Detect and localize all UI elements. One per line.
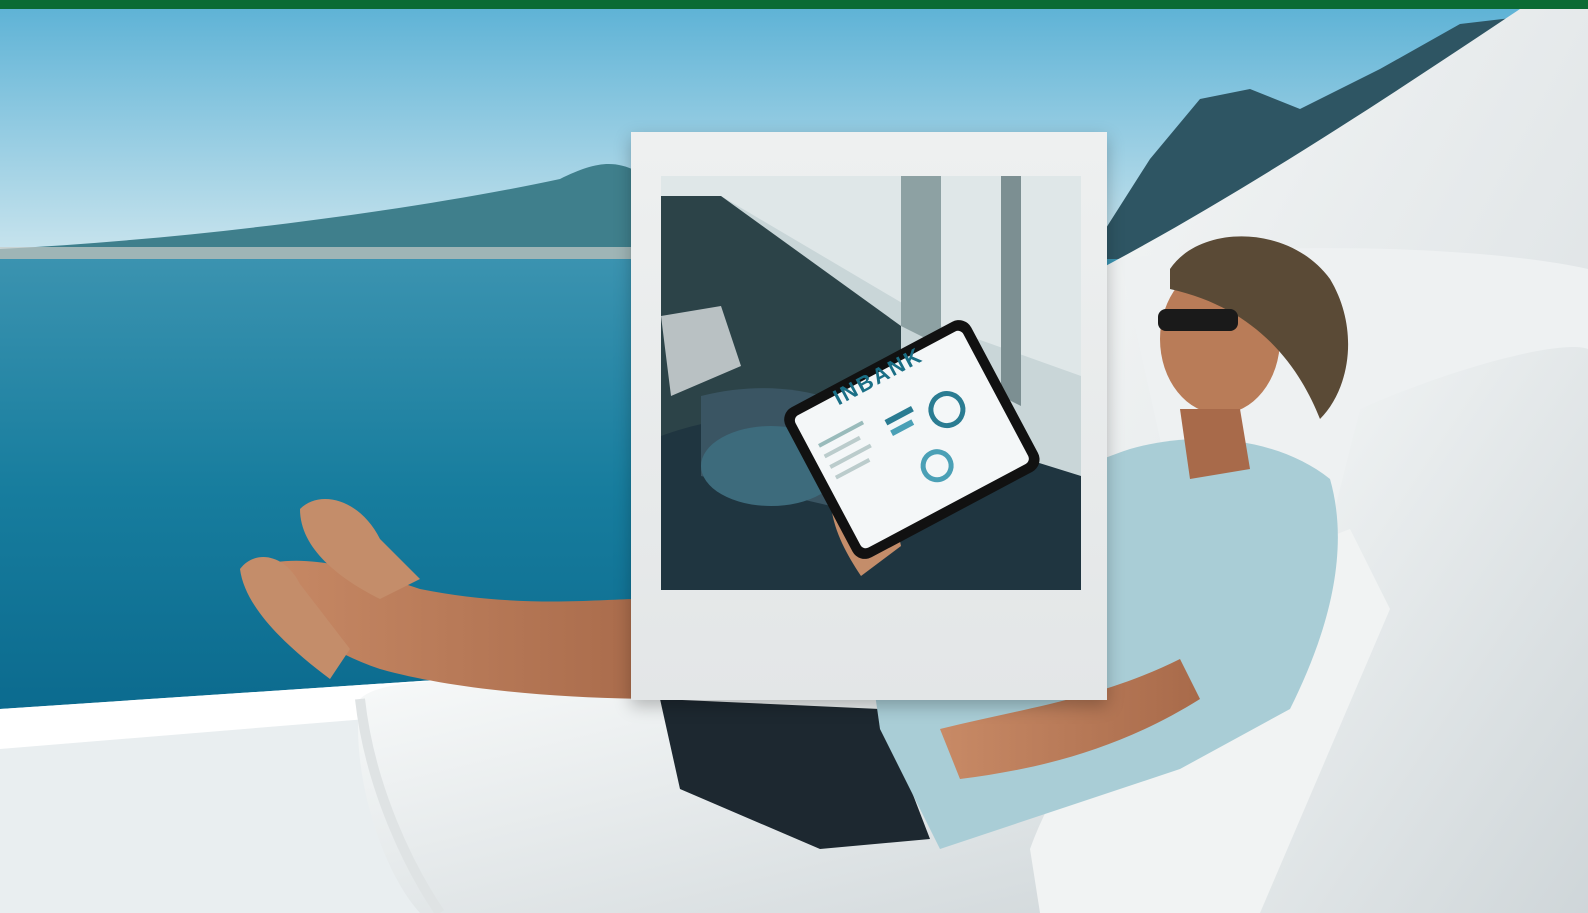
polaroid-photo: INBANK (661, 176, 1081, 590)
top-brand-bar (0, 0, 1588, 9)
polaroid-frame: INBANK (631, 132, 1107, 700)
sunglasses-icon (1158, 309, 1238, 331)
coastline (0, 247, 640, 259)
neck (1180, 409, 1250, 479)
